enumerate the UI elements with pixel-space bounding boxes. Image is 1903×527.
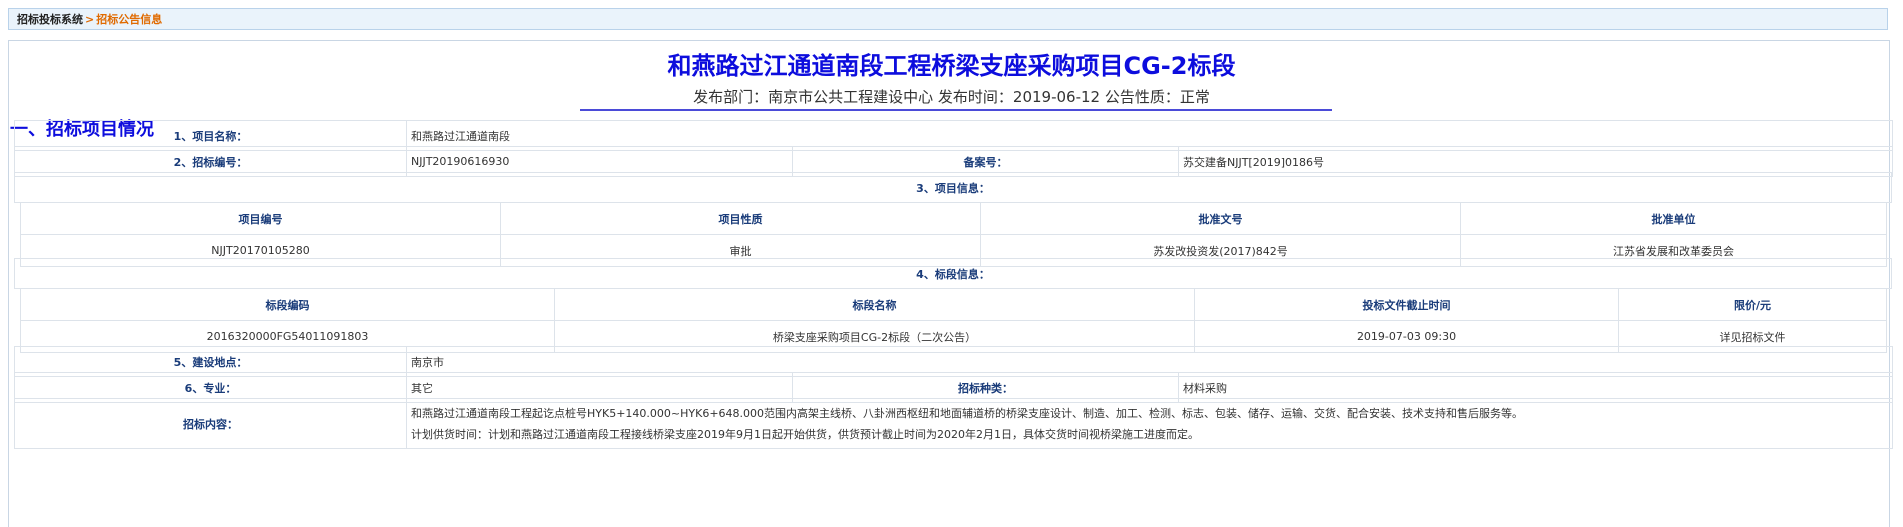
column-header: 项目性质 bbox=[500, 202, 981, 235]
table-row: 3、项目信息： bbox=[14, 172, 1892, 203]
title-divider bbox=[580, 109, 1332, 111]
lot-info-label: 4、标段信息： bbox=[14, 258, 1892, 289]
publish-meta: 发布部门：南京市公共工程建设中心 发布时间：2019-06-12 公告性质：正常 bbox=[693, 88, 1210, 106]
content-label: 招标内容： bbox=[14, 398, 407, 449]
table-header-row: 项目编号 项目性质 批准文号 批准单位 bbox=[20, 202, 1887, 235]
table-row: 招标内容： 和燕路过江通道南段工程起讫点桩号HYK5+140.000~HYK6+… bbox=[14, 398, 1893, 449]
table-header-row: 标段编码 标段名称 投标文件截止时间 限价/元 bbox=[20, 288, 1887, 321]
page-title: 和燕路过江通道南段工程桥梁支座采购项目CG-2标段 bbox=[667, 52, 1236, 80]
project-info-label: 3、项目信息： bbox=[14, 172, 1892, 203]
content-table: 招标内容： 和燕路过江通道南段工程起讫点桩号HYK5+140.000~HYK6+… bbox=[14, 398, 1893, 449]
breadcrumb: 招标投标系统 > 招标公告信息 bbox=[8, 8, 1888, 30]
lot-info-header-table: 4、标段信息： bbox=[14, 258, 1892, 289]
column-header: 投标文件截止时间 bbox=[1194, 288, 1619, 321]
breadcrumb-separator: > bbox=[85, 12, 95, 26]
column-header: 项目编号 bbox=[20, 202, 501, 235]
column-header: 批准单位 bbox=[1460, 202, 1887, 235]
breadcrumb-home-link[interactable]: 招标投标系统 bbox=[17, 11, 83, 27]
content-line: 和燕路过江通道南段工程起讫点桩号HYK5+140.000~HYK6+648.00… bbox=[411, 406, 1524, 420]
content-line: 计划供货时间：计划和燕路过江通道南段工程接线桥梁支座2019年9月1日起开始供货… bbox=[411, 427, 1199, 441]
table-row: 4、标段信息： bbox=[14, 258, 1892, 289]
content-value: 和燕路过江通道南段工程起讫点桩号HYK5+140.000~HYK6+648.00… bbox=[406, 398, 1893, 449]
column-header: 限价/元 bbox=[1618, 288, 1887, 321]
column-header: 标段名称 bbox=[554, 288, 1195, 321]
project-info-header-table: 3、项目信息： bbox=[14, 172, 1892, 203]
column-header: 标段编码 bbox=[20, 288, 555, 321]
breadcrumb-current: 招标公告信息 bbox=[96, 13, 163, 26]
column-header: 批准文号 bbox=[980, 202, 1461, 235]
lot-info-table: 标段编码 标段名称 投标文件截止时间 限价/元 2016320000FG5401… bbox=[20, 288, 1887, 353]
